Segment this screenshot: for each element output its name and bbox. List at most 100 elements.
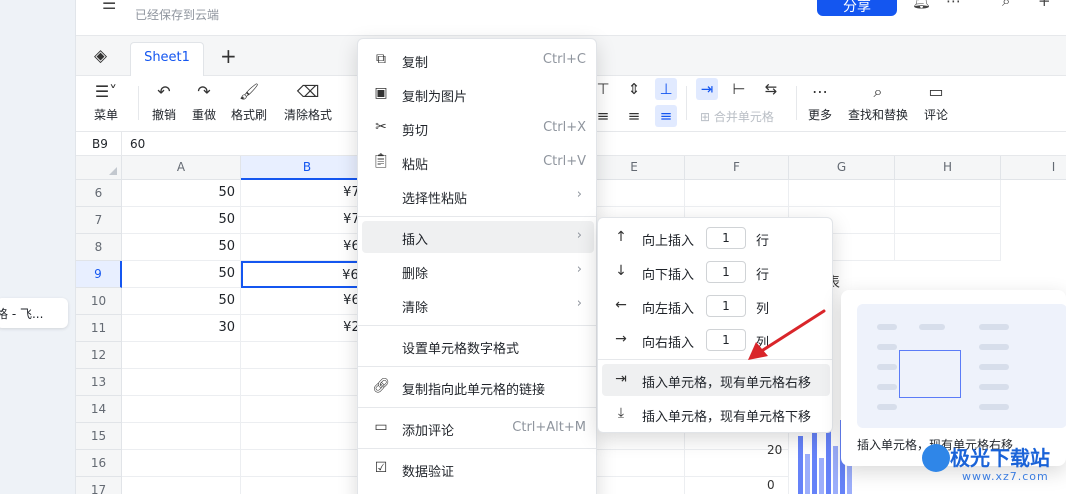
formula-input[interactable]: 60 (130, 137, 145, 151)
row-header[interactable]: 16 (76, 450, 122, 477)
cell-b[interactable] (241, 396, 374, 423)
column-header[interactable]: H (895, 156, 1001, 180)
column-header[interactable]: F (685, 156, 789, 180)
menu-item-data-validation[interactable]: ☑ 数据验证 (362, 453, 594, 485)
grid-cell[interactable] (895, 234, 1001, 261)
menu-item-clear[interactable]: 清除 › (362, 289, 594, 321)
menu-item-delete[interactable]: 删除 › (362, 255, 594, 287)
cell-b[interactable] (241, 477, 374, 494)
row-header[interactable]: 7 (76, 207, 122, 234)
menu-item-copy-link[interactable]: 🔗︎ 复制指向此单元格的链接 (362, 371, 594, 403)
column-header[interactable]: A (122, 156, 241, 180)
merge-cells-button[interactable]: ⊞ 合并单元格 (700, 106, 774, 125)
active-cell[interactable]: ¥60 (241, 261, 374, 288)
select-all-corner[interactable] (76, 156, 122, 180)
cell-b[interactable]: ¥24 (241, 315, 374, 342)
count-input[interactable]: 1 (706, 295, 746, 317)
cell-b[interactable] (241, 342, 374, 369)
column-header[interactable]: E (584, 156, 685, 180)
column-header[interactable]: I (1001, 156, 1066, 180)
align-middle-icon[interactable]: ⇕ (623, 78, 645, 100)
row-header[interactable]: 14 (76, 396, 122, 423)
grid-cell[interactable] (789, 180, 895, 207)
column-header[interactable]: B (241, 156, 374, 180)
insert-below-item[interactable]: ↓ 向下插入 1 行 (602, 256, 830, 288)
cell-b[interactable]: ¥60 (241, 288, 374, 315)
align-bottom-icon[interactable]: ⊥ (655, 78, 677, 100)
cell-a[interactable] (122, 369, 241, 396)
row-header[interactable]: 6 (76, 180, 122, 207)
menu-item-insert[interactable]: 插入 › (362, 221, 594, 253)
more-button[interactable]: ⋯ 更多 (808, 82, 832, 123)
cell-b[interactable] (241, 450, 374, 477)
clip-icon[interactable]: ⇆ (760, 78, 782, 100)
cell-a[interactable] (122, 450, 241, 477)
cell-a[interactable]: 50 (122, 261, 241, 288)
comment-button[interactable]: ▭ 评论 (924, 82, 948, 123)
cell-a[interactable] (122, 477, 241, 494)
cell-b[interactable]: ¥60 (241, 234, 374, 261)
cell-a[interactable]: 50 (122, 180, 241, 207)
menu-item-number-format[interactable]: 设置单元格数字格式 (362, 330, 594, 362)
menu-item-paste-special[interactable]: 选择性粘贴 › (362, 180, 594, 212)
grid-cell[interactable] (584, 180, 685, 207)
count-input[interactable]: 1 (706, 227, 746, 249)
cell-b[interactable] (241, 369, 374, 396)
row-header[interactable]: 13 (76, 369, 122, 396)
menu-button[interactable]: ☰˅ 菜单 (94, 82, 118, 123)
format-painter-button[interactable]: 🖌︎ 格式刷 (231, 82, 267, 123)
cell-b[interactable] (241, 423, 374, 450)
row-header[interactable]: 17 (76, 477, 122, 494)
find-replace-button[interactable]: ⌕ 查找和替换 (848, 82, 908, 123)
row-header[interactable]: 10 (76, 288, 122, 315)
menu-item-copy[interactable]: ⧉ 复制 Ctrl+C (362, 44, 594, 76)
count-input[interactable]: 1 (706, 261, 746, 283)
menu-item-cut[interactable]: ✂ 剪切 Ctrl+X (362, 112, 594, 144)
cell-a[interactable] (122, 423, 241, 450)
tab-sheet1[interactable]: Sheet1 (130, 42, 204, 76)
column-header[interactable]: G (789, 156, 895, 180)
more-icon[interactable]: ⋯ (946, 0, 961, 10)
wrap-text-icon[interactable]: ⇥ (696, 78, 718, 100)
grid-cell[interactable] (584, 450, 685, 477)
menu-item-add-comment[interactable]: ▭ 添加评论 Ctrl+Alt+M (362, 412, 594, 444)
align-right-icon[interactable]: ≡ (655, 105, 677, 127)
cell-a[interactable] (122, 342, 241, 369)
bell-icon[interactable]: 🔔︎ (912, 0, 931, 10)
cell-a[interactable]: 50 (122, 288, 241, 315)
overflow-icon[interactable]: ⊢ (728, 78, 750, 100)
share-button[interactable]: 分享 (817, 0, 897, 16)
cell-b[interactable]: ¥70 (241, 207, 374, 234)
row-header[interactable]: 9 (76, 261, 122, 288)
add-sheet-button[interactable]: + (220, 44, 237, 68)
redo-button[interactable]: ↷ 重做 (192, 82, 216, 123)
count-input[interactable]: 1 (706, 329, 746, 351)
insert-shift-down-item[interactable]: ⤓ 插入单元格，现有单元格下移 (602, 398, 830, 430)
clear-format-button[interactable]: ⌫ 清除格式 (284, 82, 332, 123)
undo-button[interactable]: ↶ 撤销 (152, 82, 176, 123)
cell-b[interactable]: ¥70 (241, 180, 374, 207)
grid-cell[interactable] (685, 180, 789, 207)
grid-cell[interactable] (895, 207, 1001, 234)
row-header[interactable]: 11 (76, 315, 122, 342)
cell-reference[interactable]: B9 (92, 137, 108, 151)
menu-item-copy-as-image[interactable]: ▣ 复制为图片 (362, 78, 594, 110)
window-chip[interactable]: 格 - 飞... (0, 298, 68, 328)
align-center-icon[interactable]: ≡ (623, 105, 645, 127)
cell-a[interactable]: 30 (122, 315, 241, 342)
add-icon[interactable]: + (1038, 0, 1051, 10)
outline-icon[interactable]: ☰ (102, 0, 116, 13)
search-icon[interactable]: ⌕ (1002, 0, 1010, 10)
cell-a[interactable] (122, 396, 241, 423)
cell-a[interactable]: 50 (122, 207, 241, 234)
row-header[interactable]: 15 (76, 423, 122, 450)
row-header[interactable]: 12 (76, 342, 122, 369)
insert-shift-right-item[interactable]: ⇥ 插入单元格，现有单元格右移 (602, 364, 830, 396)
row-header[interactable]: 8 (76, 234, 122, 261)
menu-item-paste[interactable]: 📋︎ 粘贴 Ctrl+V (362, 146, 594, 178)
cell-a[interactable]: 50 (122, 234, 241, 261)
layers-icon[interactable]: ◈ (94, 46, 107, 66)
insert-above-item[interactable]: ↑ 向上插入 1 行 (602, 222, 830, 254)
grid-cell[interactable] (895, 180, 1001, 207)
grid-cell[interactable] (584, 477, 685, 494)
